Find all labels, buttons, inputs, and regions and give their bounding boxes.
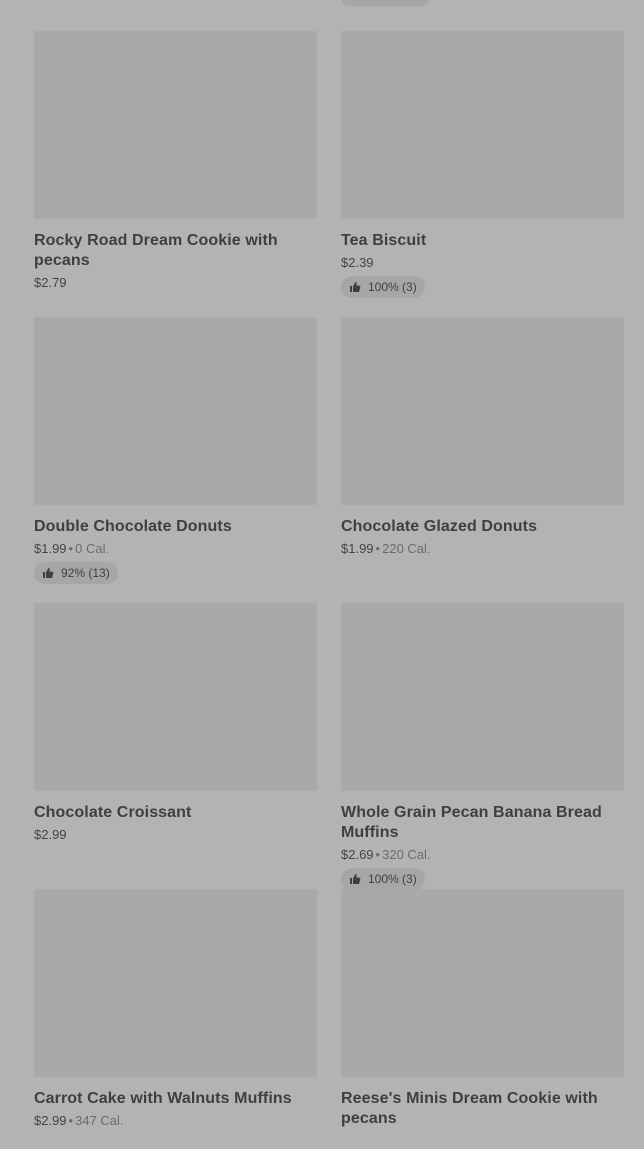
menu-item-image [341, 317, 624, 505]
rating-badge: 100% (3) [341, 868, 425, 890]
menu-item-calories: 0 Cal. [75, 541, 110, 556]
menu-item-card[interactable]: Carrot Cake with Walnuts Muffins $2.99 • 3… [34, 889, 317, 1149]
menu-item-card[interactable]: Whole Grain Pecan Banana Bread Muffins $… [341, 603, 624, 890]
menu-item-calories: 220 Cal. [382, 541, 431, 556]
menu-item-meta: $2.79 [34, 274, 317, 292]
menu-item-meta: $1.99 • 220 Cal. [341, 540, 624, 558]
thumbs-up-icon [43, 568, 54, 578]
menu-item-calories: 320 Cal. [382, 847, 431, 862]
menu-item-title: Tea Biscuit [341, 232, 427, 249]
menu-item-card[interactable]: Chocolate Glazed Donuts $1.99 • 220 Cal. [341, 317, 624, 603]
menu-item-meta: $2.39 [341, 254, 624, 272]
menu-item-title: Reese's Minis Dream Cookie with pecans [341, 1090, 598, 1127]
menu-item-price: $1.99 [341, 541, 374, 556]
menu-item-image [34, 603, 317, 791]
menu-item-card[interactable]: Rocky Road Dream Cookie with pecans $2.7… [34, 31, 317, 317]
menu-item-meta: $2.69 • 320 Cal. [341, 846, 624, 864]
menu-item-image [34, 31, 317, 219]
menu-item-title: Chocolate Glazed Donuts [341, 518, 538, 535]
menu-item-title: Double Chocolate Donuts [34, 518, 232, 535]
menu-item-calories: 347 Cal. [75, 1113, 124, 1128]
menu-item-price: $2.99 [34, 827, 67, 842]
menu-item-image [34, 317, 317, 505]
meta-separator: • [68, 541, 74, 556]
menu-item-image [341, 889, 624, 1077]
menu-item-title: Rocky Road Dream Cookie with pecans [34, 232, 278, 269]
meta-separator: • [68, 1113, 74, 1128]
menu-item-price: $2.69 [341, 847, 374, 862]
menu-item-meta: $2.99 • 347 Cal. [34, 1112, 317, 1130]
menu-item-meta: $2.99 [34, 826, 317, 844]
menu-items-page: Rocky Road Dream Cookie with pecans $2.7… [0, 0, 644, 1149]
menu-item-card[interactable]: Reese's Minis Dream Cookie with pecans [341, 889, 624, 1149]
rating-text: 100% (3) [368, 872, 417, 886]
meta-separator: • [375, 847, 381, 862]
menu-item-price: $2.79 [34, 275, 67, 290]
menu-item-meta: $1.99 • 0 Cal. [34, 540, 317, 558]
menu-item-image [34, 889, 317, 1077]
menu-item-image [341, 31, 624, 219]
meta-separator: • [375, 541, 381, 556]
menu-item-title: Whole Grain Pecan Banana Bread Muffins [341, 804, 602, 841]
menu-item-image [341, 603, 624, 791]
menu-item-title: Carrot Cake with Walnuts Muffins [34, 1090, 292, 1107]
thumbs-up-icon [350, 874, 361, 884]
rating-text: 100% (3) [368, 280, 417, 294]
menu-item-title: Chocolate Croissant [34, 804, 192, 821]
rating-badge-partial [341, 0, 429, 6]
menu-item-card[interactable]: Tea Biscuit $2.39 100% (3) [341, 31, 624, 317]
thumbs-up-icon [350, 282, 361, 292]
menu-item-card[interactable]: Double Chocolate Donuts $1.99 • 0 Cal. 92%… [34, 317, 317, 603]
menu-item-price: $2.99 [34, 1113, 67, 1128]
rating-text: 92% (13) [61, 566, 110, 580]
menu-item-grid: Rocky Road Dream Cookie with pecans $2.7… [34, 31, 624, 1149]
rating-badge: 92% (13) [34, 562, 118, 584]
menu-item-price: $1.99 [34, 541, 67, 556]
menu-item-price: $2.39 [341, 255, 374, 270]
rating-badge: 100% (3) [341, 276, 425, 298]
menu-item-card[interactable]: Chocolate Croissant $2.99 [34, 603, 317, 889]
